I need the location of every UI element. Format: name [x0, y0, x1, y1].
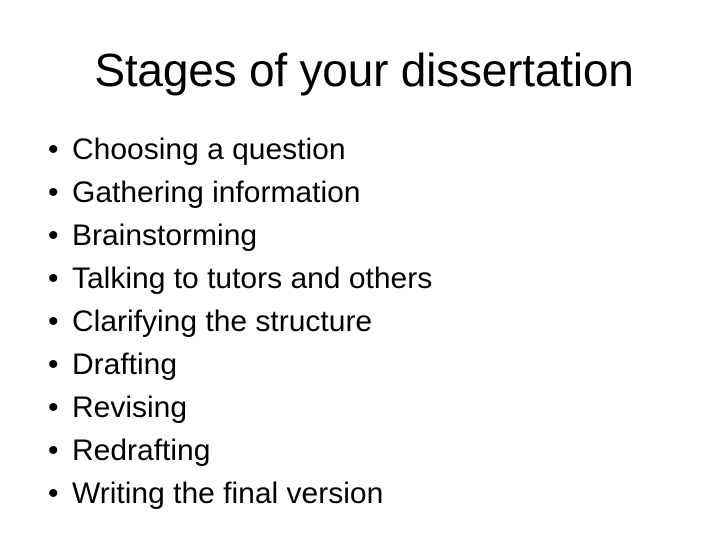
- bullet-point-icon: •: [48, 219, 59, 252]
- list-item: • Brainstorming: [40, 214, 700, 257]
- page-title: Stages of your dissertation: [94, 44, 634, 96]
- list-item: • Redrafting: [40, 429, 700, 472]
- bullet-point-icon: •: [48, 348, 59, 381]
- bullet-point-icon: •: [48, 434, 59, 467]
- list-item-label: Revising: [72, 391, 188, 424]
- list-item: • Revising: [40, 386, 700, 429]
- bullet-point-icon: •: [48, 176, 59, 209]
- list-item-label: Choosing a question: [72, 133, 346, 166]
- presentation-slide: Stages of your dissertation • Choosing a…: [0, 0, 728, 546]
- list-item-label: Gathering information: [72, 176, 361, 209]
- list-item: • Drafting: [40, 343, 700, 386]
- list-item-label: Talking to tutors and others: [72, 262, 433, 295]
- list-item: • Clarifying the structure: [40, 300, 700, 343]
- list-item-label: Redrafting: [72, 434, 211, 467]
- list-item-label: Brainstorming: [72, 219, 258, 252]
- list-item: • Choosing a question: [40, 128, 700, 171]
- list-item: • Writing the final version: [40, 472, 700, 515]
- bullet-point-icon: •: [48, 262, 59, 295]
- list-item-label: Clarifying the structure: [72, 305, 373, 338]
- bullet-point-icon: •: [48, 391, 59, 424]
- bullet-point-icon: •: [48, 305, 59, 338]
- list-item-label: Drafting: [72, 348, 178, 381]
- list-item: • Talking to tutors and others: [40, 257, 700, 300]
- list-item: • Gathering information: [40, 171, 700, 214]
- list-item-label: Writing the final version: [72, 477, 384, 510]
- stages-bullet-list: • Choosing a question • Gathering inform…: [40, 128, 700, 515]
- bullet-point-icon: •: [48, 477, 59, 510]
- bullet-point-icon: •: [48, 133, 59, 166]
